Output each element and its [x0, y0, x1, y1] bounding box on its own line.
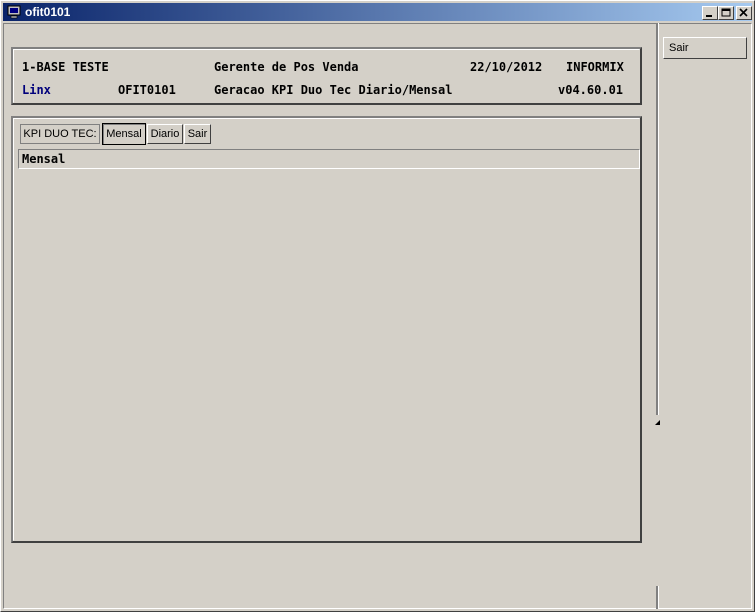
- company-label: 1-BASE TESTE: [22, 60, 109, 74]
- splitter-handle-icon[interactable]: [655, 420, 661, 426]
- database-label: INFORMIX: [566, 60, 624, 74]
- menu-option-diario[interactable]: Diario: [147, 124, 183, 144]
- close-button[interactable]: [736, 6, 752, 20]
- program-code: OFIT0101: [118, 83, 176, 97]
- menu-prompt: KPI DUO TEC:: [20, 124, 100, 144]
- maximize-button[interactable]: [718, 6, 734, 20]
- module-title: Gerente de Pos Venda: [214, 60, 359, 74]
- app-window: ofit0101 1-BASE TESTE Gerente de Pos Ven…: [0, 0, 755, 612]
- header-panel: 1-BASE TESTE Gerente de Pos Venda 22/10/…: [11, 47, 642, 105]
- title-bar[interactable]: ofit0101: [3, 3, 752, 21]
- app-icon: [7, 5, 21, 19]
- program-description: Geracao KPI Duo Tec Diario/Mensal: [214, 83, 453, 97]
- menu-option-sair[interactable]: Sair: [184, 124, 211, 144]
- sidebar-divider-bottom: [656, 586, 659, 609]
- main-panel: KPI DUO TEC: Mensal Diario Sair Mensal: [11, 116, 642, 543]
- minimize-button[interactable]: [702, 6, 718, 20]
- close-icon: [739, 8, 748, 17]
- maximize-icon: [721, 8, 731, 17]
- status-text: Mensal: [22, 152, 66, 166]
- window-title: ofit0101: [25, 5, 71, 19]
- version-label: v04.60.01: [558, 83, 624, 97]
- linx-label: Linx: [22, 83, 51, 97]
- exit-button[interactable]: Sair: [663, 37, 747, 59]
- date-label: 22/10/2012: [470, 60, 543, 74]
- menu-option-mensal[interactable]: Mensal: [102, 123, 146, 145]
- minimize-icon: [706, 15, 712, 17]
- status-field: Mensal: [18, 149, 640, 169]
- sidebar-divider: [656, 23, 659, 415]
